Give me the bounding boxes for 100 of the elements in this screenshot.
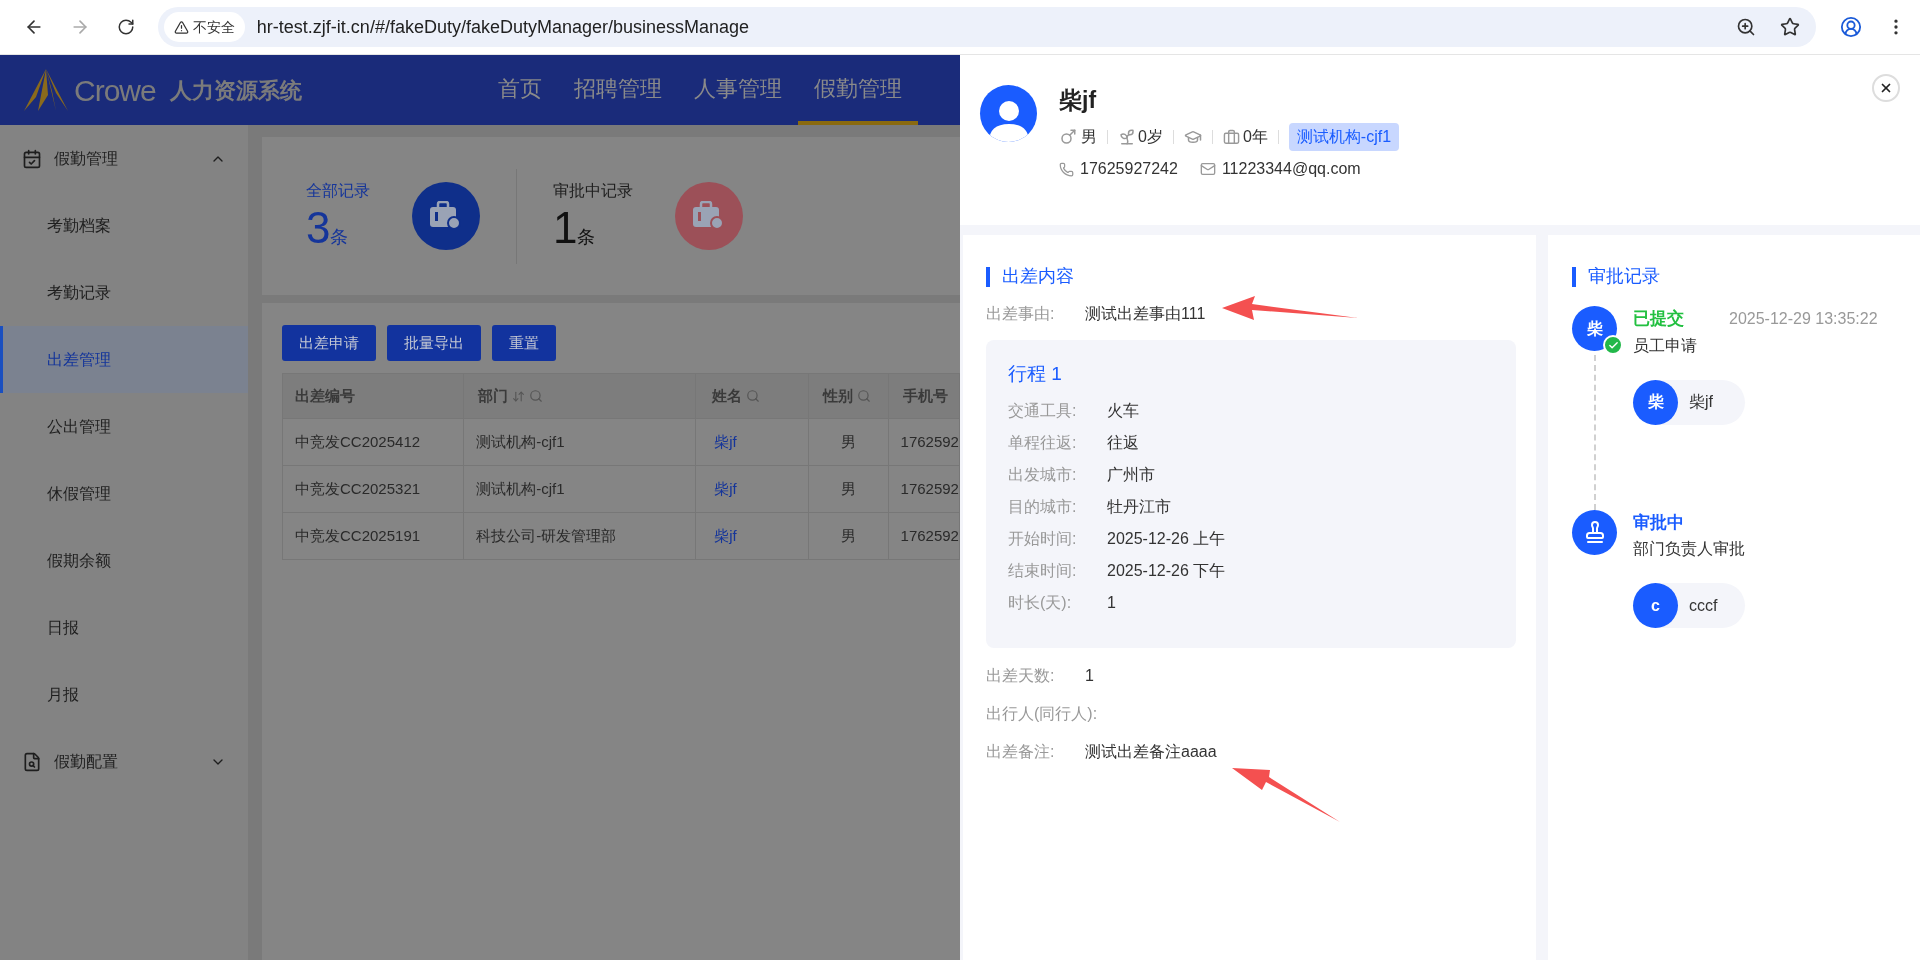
sidebar-item[interactable]: 月报: [0, 661, 248, 728]
sidebar-group[interactable]: 假勤管理: [0, 125, 248, 192]
approver-name: 柴jf: [1689, 392, 1713, 412]
column-header: 姓名: [712, 385, 743, 406]
step-time: 2025-12-29 13:35:22: [1729, 309, 1878, 329]
logo-text: Crowe: [74, 72, 156, 109]
field-label: 出行人(同行人):: [986, 703, 1099, 724]
graduation-cap-icon: [1183, 128, 1202, 146]
field-label: 出差备注:: [986, 741, 1056, 762]
sidebar-group[interactable]: 假勤配置: [0, 728, 248, 795]
itinerary-title: 行程 1: [1008, 362, 1063, 386]
stat-unit: 条: [330, 227, 349, 249]
email-text: 11223344@qq.com: [1221, 159, 1361, 179]
name-link[interactable]: 柴jf: [714, 432, 737, 450]
sidebar-item[interactable]: 公出管理: [0, 393, 248, 460]
section-title: 出差内容: [1002, 265, 1074, 288]
section-title: 审批记录: [1588, 265, 1660, 288]
sidebar-group-label: 假勤管理: [54, 148, 119, 169]
check-badge-icon: [1603, 335, 1623, 355]
table-cell: 中竞发CC2025412: [295, 432, 421, 450]
step-description: 部门负责人审批: [1633, 539, 1745, 559]
field-value: 测试出差备注aaaa: [1085, 741, 1217, 762]
phone-text: 17625927242: [1080, 159, 1178, 179]
nav-tab[interactable]: 假勤管理: [797, 55, 918, 125]
sidebar-group-label: 假勤配置: [54, 751, 119, 772]
step-status: 已提交: [1633, 308, 1684, 330]
reload-icon: [116, 18, 135, 36]
name-link[interactable]: 柴jf: [714, 479, 737, 497]
nav-tab[interactable]: 人事管理: [677, 55, 798, 125]
field-label: 时长(天):: [1008, 592, 1073, 613]
field-label: 出差事由:: [986, 304, 1056, 324]
table-cell: 男: [840, 432, 856, 450]
gender-text: 男: [1081, 127, 1097, 147]
table-cell: 科技公司-研发管理部: [476, 526, 617, 544]
sidebar-item[interactable]: 考勤档案: [0, 192, 248, 259]
table-cell: 中竞发CC2025321: [295, 479, 421, 497]
sidebar-item[interactable]: 日报: [0, 594, 248, 661]
field-label: 结束时间:: [1008, 560, 1078, 581]
sidebar-item[interactable]: 考勤记录: [0, 259, 248, 326]
approver-avatar: c: [1633, 583, 1678, 628]
field-value: 火车: [1107, 400, 1139, 421]
field-label: 目的城市:: [1008, 496, 1078, 517]
toolbar-button[interactable]: 出差申请: [282, 325, 376, 361]
field-value: 2025-12-26 下午: [1107, 560, 1226, 581]
table-cell: 1762592: [900, 432, 959, 450]
field-value: 1: [1107, 592, 1116, 613]
mail-icon: [1199, 161, 1216, 177]
avatar-icon: [980, 85, 1037, 142]
table-cell: 1762592: [900, 526, 959, 544]
system-name: 人力资源系统: [169, 76, 302, 105]
calendar-icon: [22, 148, 42, 169]
field-label: 开始时间:: [1008, 528, 1078, 549]
stat-unit: 条: [577, 227, 596, 249]
step-description: 员工申请: [1633, 335, 1698, 356]
phone-icon: [1059, 161, 1074, 177]
approver-name: cccf: [1689, 595, 1718, 616]
stat-label: 审批中记录: [553, 181, 633, 201]
warning-icon: [173, 19, 189, 35]
field-value: 广州市: [1107, 464, 1155, 485]
profile-icon[interactable]: [1840, 16, 1862, 38]
stamp-icon: [1572, 509, 1617, 555]
table-cell: 测试机构-cjf1: [476, 432, 565, 450]
field-value: 往返: [1107, 432, 1139, 453]
age-text: 0岁: [1138, 127, 1163, 147]
stat-count: 1: [553, 203, 578, 253]
name-link[interactable]: 柴jf: [714, 526, 737, 544]
field-value: 牡丹江市: [1107, 496, 1171, 517]
column-header: 部门: [478, 385, 509, 406]
sidebar-item[interactable]: 休假管理: [0, 460, 248, 527]
male-icon: [1059, 128, 1077, 146]
sidebar-item[interactable]: 出差管理: [0, 326, 248, 393]
nav-tab[interactable]: 招聘管理: [557, 55, 678, 125]
field-value: 1: [1085, 665, 1094, 686]
sidebar-item[interactable]: 假期余额: [0, 527, 248, 594]
bookmark-star-icon[interactable]: [1780, 17, 1801, 37]
column-header: 性别: [823, 385, 854, 406]
field-label: 单程往返:: [1008, 432, 1078, 453]
field-value: 测试出差事由111: [1085, 304, 1206, 324]
step-status: 审批中: [1633, 511, 1684, 534]
field-label: 交通工具:: [1008, 400, 1078, 421]
close-icon: [1879, 81, 1893, 95]
address-bar[interactable]: 不安全 hr-test.zjf-it.cn/#/fakeDuty/fakeDutyManager/businessManage: [157, 7, 1817, 47]
stat-count: 3: [306, 203, 331, 253]
avatar-icon: 柴: [1572, 306, 1617, 351]
approver-avatar: 柴: [1633, 379, 1678, 425]
url-text: hr-test.zjf-it.cn/#/fakeDuty/fakeDutyManager/businessManage: [256, 15, 750, 39]
close-button[interactable]: [1872, 74, 1900, 102]
briefcase-icon: [1222, 128, 1240, 146]
table-cell: 中竞发CC2025191: [295, 526, 421, 544]
stat-label: 全部记录: [306, 181, 370, 201]
toolbar-button[interactable]: 批量导出: [387, 325, 481, 361]
table-cell: 测试机构-cjf1: [476, 479, 565, 497]
security-chip[interactable]: 不安全: [163, 12, 245, 42]
table-cell: 男: [840, 479, 856, 497]
column-header: 手机号: [902, 385, 948, 406]
person-name: 柴jf: [1059, 86, 1098, 115]
toolbar-button[interactable]: 重置: [492, 325, 556, 361]
nav-tab[interactable]: 首页: [481, 55, 558, 125]
zoom-icon[interactable]: [1736, 17, 1757, 37]
table-cell: 男: [840, 526, 856, 544]
